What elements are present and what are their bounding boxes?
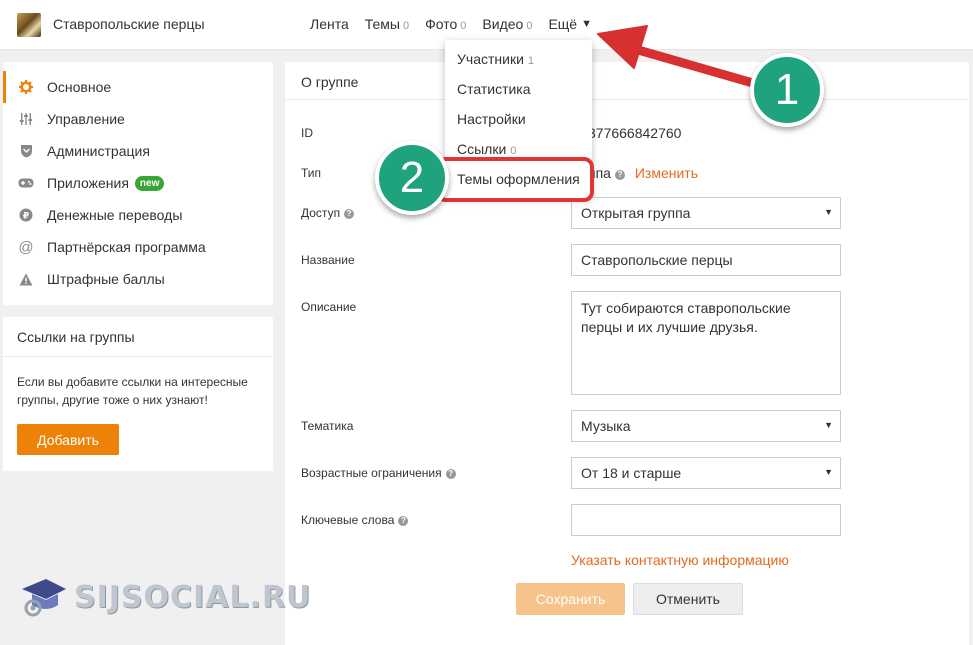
dropdown-arrow-icon: ▼ [824, 420, 833, 430]
menu-item-links[interactable]: Ссылки 0 [445, 130, 592, 160]
dropdown-arrow-icon: ▼ [824, 207, 833, 217]
topic-label: Тематика [301, 419, 354, 433]
help-icon[interactable]: ? [445, 469, 456, 479]
watermark: SIJSOCIAL.RU [20, 575, 311, 619]
menu-item-statistics[interactable]: Статистика [445, 70, 592, 100]
step-2-marker: 2 [375, 141, 449, 215]
name-label: Название [301, 253, 355, 267]
sidebar-item-money-transfers[interactable]: ₽ Денежные переводы [3, 199, 273, 231]
ruble-icon: ₽ [17, 206, 35, 224]
topic-select[interactable]: Музыка ▼ [571, 410, 841, 442]
sidebar-item-partner-program[interactable]: @ Партнёрская программа [3, 231, 273, 263]
access-select[interactable]: Открытая группа ▼ [571, 197, 841, 229]
group-avatar[interactable] [17, 13, 41, 37]
save-button[interactable]: Сохранить [516, 583, 625, 615]
id-label: ID [301, 126, 313, 140]
keywords-input[interactable] [571, 504, 841, 536]
nav-videos[interactable]: Видео 0 [482, 16, 532, 32]
shield-icon [17, 142, 35, 160]
help-icon[interactable]: ? [398, 516, 409, 526]
sidebar-item-administration[interactable]: Администрация [3, 135, 273, 167]
type-label: Тип [301, 166, 322, 180]
menu-item-members[interactable]: Участники 1 [445, 40, 592, 70]
gear-icon [17, 78, 35, 96]
age-restriction-label: Возрастные ограничения? [301, 466, 456, 480]
nav-topics[interactable]: Темы 0 [365, 16, 409, 32]
description-textarea[interactable]: Тут собираются ставропольские перцы и их… [571, 291, 841, 395]
dropdown-arrow-icon: ▼ [824, 467, 833, 477]
nav-feed[interactable]: Лента [310, 16, 349, 32]
group-name[interactable]: Ставропольские перцы [53, 16, 205, 32]
sidebar-item-management[interactable]: Управление [3, 103, 273, 135]
nav-photos[interactable]: Фото 0 [425, 16, 466, 32]
svg-text:₽: ₽ [23, 212, 29, 222]
sidebar-item-main[interactable]: Основное [3, 71, 273, 103]
type-value-row: ппа? Изменить [588, 165, 698, 181]
sliders-icon [17, 110, 35, 128]
change-type-link[interactable]: Изменить [635, 165, 698, 181]
access-label: Доступ? [301, 206, 355, 220]
step-1-marker: 1 [750, 53, 824, 127]
menu-item-settings[interactable]: Настройки [445, 100, 592, 130]
graduation-cap-icon [22, 579, 66, 617]
help-icon[interactable]: ? [344, 209, 355, 219]
contact-info-link[interactable]: Указать контактную информацию [571, 552, 789, 568]
add-link-button[interactable]: Добавить [17, 424, 119, 455]
description-label: Описание [301, 300, 357, 314]
panel-title: О группе [285, 62, 969, 100]
settings-sidebar: Основное Управление Администрация Прилож… [3, 62, 273, 305]
highlight-ring [436, 157, 594, 202]
nav-more[interactable]: Ещё ▼ [548, 16, 592, 32]
keywords-label: Ключевые слова? [301, 513, 409, 527]
links-card-description: Если вы добавите ссылки на интересные гр… [17, 375, 248, 407]
gamepad-icon [17, 174, 35, 192]
sidebar-item-penalty-points[interactable]: Штрафные баллы [3, 263, 273, 295]
top-nav: Лента Темы 0 Фото 0 Видео 0 Ещё ▼ [310, 16, 608, 32]
triangle-down-icon: ▼ [581, 18, 592, 30]
age-restriction-select[interactable]: От 18 и старше ▼ [571, 457, 841, 489]
name-input[interactable]: Ставропольские перцы [571, 244, 841, 276]
links-card-title: Ссылки на группы [3, 317, 273, 357]
sidebar-item-apps[interactable]: Приложения new [3, 167, 273, 199]
cancel-button[interactable]: Отменить [633, 583, 743, 615]
help-icon[interactable]: ? [614, 170, 625, 180]
new-badge: new [134, 175, 165, 191]
at-icon: @ [18, 238, 34, 256]
id-value: 377666842760 [588, 125, 682, 141]
watermark-text: SIJSOCIAL.RU [74, 579, 312, 615]
warning-icon [17, 270, 35, 288]
group-links-card: Ссылки на группы Если вы добавите ссылки… [3, 317, 273, 471]
